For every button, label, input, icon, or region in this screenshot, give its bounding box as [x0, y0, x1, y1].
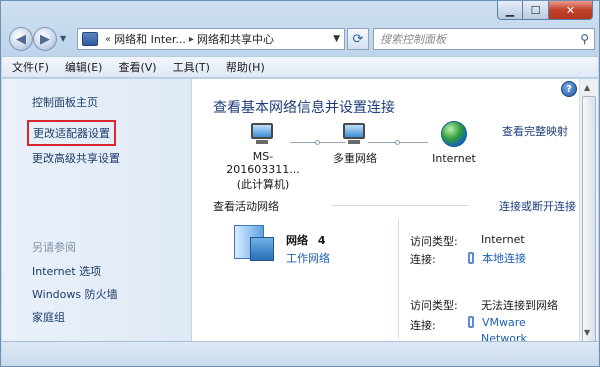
control-panel-icon: [82, 32, 98, 46]
connection-link-1[interactable]: 本地连接: [468, 250, 526, 266]
map-link-network-internet: [368, 140, 428, 145]
access-type-label-1: 访问类型:: [410, 235, 458, 248]
network-building-icon[interactable]: [232, 223, 276, 263]
connect-disconnect-link[interactable]: 连接或断开连接: [499, 198, 576, 214]
network-type-link[interactable]: 工作网络: [286, 250, 330, 266]
section-divider: [332, 205, 469, 206]
back-arrow-icon: ◀: [16, 31, 26, 47]
sidebar-item-advanced-sharing[interactable]: 更改高级共享设置: [32, 150, 120, 166]
maximize-button[interactable]: ☐: [523, 1, 549, 20]
search-input[interactable]: 搜索控制面板 ⚲: [373, 28, 595, 50]
view-full-map-link[interactable]: 查看完整映射: [502, 123, 568, 139]
computer-icon: [249, 123, 277, 145]
column-divider: [398, 219, 399, 339]
scroll-down-icon[interactable]: ▼: [584, 328, 590, 337]
sidebar-item-homegroup[interactable]: 家庭组: [32, 309, 65, 325]
computer-subtitle: (此计算机): [236, 178, 290, 191]
scroll-up-icon[interactable]: ▲: [584, 83, 590, 92]
breadcrumb-network-sharing-center[interactable]: 网络和共享中心: [197, 31, 274, 47]
local-connection-label: 本地连接: [482, 252, 526, 265]
menu-help[interactable]: 帮助(H): [226, 59, 265, 75]
forward-arrow-icon: ▶: [40, 31, 50, 47]
menu-tools[interactable]: 工具(T): [173, 59, 210, 75]
forward-button[interactable]: ▶: [33, 27, 57, 51]
vertical-scrollbar[interactable]: ▲ ▼: [579, 79, 598, 348]
refresh-icon: ⟳: [352, 31, 364, 47]
map-node-internet[interactable]: Internet: [424, 121, 484, 165]
menu-file[interactable]: 文件(F): [12, 59, 49, 75]
connection-icon: [468, 252, 474, 264]
computer-name: MS-201603311...: [226, 150, 300, 176]
globe-icon: [441, 121, 467, 147]
navigation-bar: ◀ ▶ ▼ « 网络和 Inter... ▸ 网络和共享中心 ▼ ⟳ 搜索控制面…: [7, 25, 595, 53]
sidebar-item-adapter-settings[interactable]: 更改适配器设置: [27, 120, 116, 146]
minimize-icon: ▁: [505, 3, 515, 17]
network-name-label: 网络: [286, 234, 308, 247]
breadcrumb-network-internet[interactable]: 网络和 Inter...: [114, 31, 186, 47]
search-icon[interactable]: ⚲: [580, 32, 589, 46]
sidebar-item-home[interactable]: 控制面板主页: [32, 94, 98, 110]
page-title: 查看基本网络信息并设置连接: [213, 100, 395, 116]
active-networks-heading: 查看活动网络: [213, 200, 279, 213]
internet-label: Internet: [432, 152, 476, 165]
address-bar[interactable]: « 网络和 Inter... ▸ 网络和共享中心 ▼: [77, 28, 345, 50]
map-node-computer[interactable]: MS-201603311... (此计算机): [218, 123, 308, 192]
connection-label-1: 连接:: [410, 253, 436, 266]
connection-link-2[interactable]: VMware: [468, 316, 526, 329]
access-type-value-1: Internet: [481, 233, 525, 246]
maximize-icon: ☐: [530, 3, 541, 17]
multiple-networks-label: 多重网络: [333, 152, 377, 165]
main-content: ? 查看基本网络信息并设置连接 查看完整映射 MS-201603311... (…: [192, 79, 579, 345]
close-button[interactable]: ✕: [549, 1, 593, 20]
scroll-thumb[interactable]: [582, 96, 596, 348]
vmware-connection-label: VMware: [482, 316, 526, 329]
network-name[interactable]: 网络 4: [286, 232, 326, 248]
menu-bar: 文件(F) 编辑(E) 查看(V) 工具(T) 帮助(H): [2, 56, 598, 78]
status-bar: [2, 341, 598, 366]
breadcrumb-separator-icon[interactable]: ▸: [189, 34, 194, 45]
address-dropdown-icon[interactable]: ▼: [333, 34, 340, 44]
back-button[interactable]: ◀: [9, 27, 33, 51]
access-type-value-2: 无法连接到网络: [481, 299, 558, 312]
window-controls: ▁ ☐ ✕: [497, 1, 593, 20]
connection-label-2: 连接:: [410, 319, 436, 332]
search-placeholder: 搜索控制面板: [380, 33, 446, 46]
access-type-label-2: 访问类型:: [410, 299, 458, 312]
sidebar: 控制面板主页 更改适配器设置 更改高级共享设置 另请参阅 Internet 选项…: [2, 79, 192, 341]
recent-pages-dropdown-icon[interactable]: ▼: [60, 34, 66, 43]
network-number: 4: [317, 234, 326, 247]
see-also-heading: 另请参阅: [32, 241, 76, 254]
refresh-button[interactable]: ⟳: [347, 28, 369, 50]
menu-view[interactable]: 查看(V): [118, 59, 156, 75]
network-computers-icon: [341, 123, 369, 145]
map-node-multiple-networks[interactable]: 多重网络: [332, 123, 378, 166]
sidebar-item-internet-options[interactable]: Internet 选项: [32, 263, 101, 279]
help-icon[interactable]: ?: [561, 81, 577, 97]
sidebar-item-firewall[interactable]: Windows 防火墙: [32, 286, 118, 302]
minimize-button[interactable]: ▁: [497, 1, 523, 20]
close-icon: ✕: [565, 3, 576, 17]
menu-edit[interactable]: 编辑(E): [65, 59, 103, 75]
network-sharing-center-window: ▁ ☐ ✕ ◀ ▶ ▼ « 网络和 Inter... ▸ 网络和共享中心 ▼ ⟳…: [0, 0, 600, 367]
address-overflow-chevron[interactable]: «: [105, 34, 111, 45]
connection-icon: [468, 316, 474, 328]
